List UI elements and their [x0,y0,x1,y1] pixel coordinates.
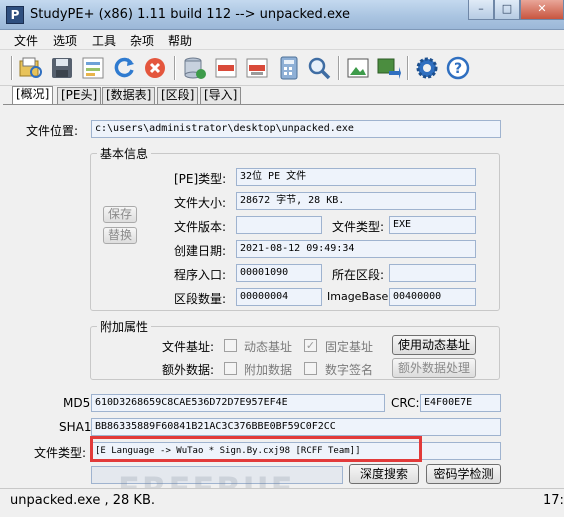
save-button[interactable]: 保存 [103,206,137,223]
replace-button[interactable]: 替换 [103,227,137,244]
highlight-box [90,436,422,462]
close-window-button[interactable]: ✕ [520,0,564,20]
crypto-detect-button[interactable]: 密码学检测 [426,464,501,484]
asm-icon[interactable] [244,55,270,81]
app-window: P StudyPE+ (x86) 1.11 build 112 --> unpa… [0,0,564,517]
svg-text:?: ? [454,61,462,77]
file-path-field[interactable]: c:\users\administrator\desktop\unpacked.… [91,120,501,138]
file-type-label: 文件类型: [332,220,385,234]
tab-imports[interactable]: [导入] [200,87,242,104]
menu-misc[interactable]: 杂项 [130,32,154,49]
database-icon[interactable] [182,55,208,81]
menu-bar: 文件 选项 工具 杂项 帮助 [0,30,564,50]
sha1-field[interactable]: BB86335889F60841B21AC3C376BBE0BF59C0F2CC [91,418,501,436]
window-controls: – □ ✕ [468,0,564,21]
deep-search-button[interactable]: 深度搜索 [349,464,419,484]
digital-sign-checkbox[interactable] [304,362,317,375]
imagebase-field[interactable]: 00400000 [389,288,476,306]
toolbar: ? [0,51,564,86]
tab-pe-header[interactable]: [PE头] [57,87,102,104]
window-title: StudyPE+ (x86) 1.11 build 112 --> unpack… [30,7,351,22]
title-bar[interactable]: P StudyPE+ (x86) 1.11 build 112 --> unpa… [0,0,564,30]
image-icon[interactable] [345,55,371,81]
minimize-button[interactable]: – [468,0,494,20]
created-label: 创建日期: [174,244,227,258]
use-dynamic-base-button[interactable]: 使用动态基址 [392,335,476,355]
file-base-label: 文件基址: [162,340,215,354]
tab-overview[interactable]: [概况] [12,86,54,104]
md5-label: MD5: [63,396,95,410]
close-icon[interactable] [142,55,168,81]
search-icon[interactable] [306,55,332,81]
menu-tools[interactable]: 工具 [92,32,116,49]
tab-sections[interactable]: [区段] [157,87,199,104]
menu-options[interactable]: 选项 [53,32,77,49]
dynamic-base-label: 动态基址 [244,340,293,354]
entry-point-field[interactable]: 00001090 [236,264,322,282]
extra-data-label: 额外数据: [162,363,215,377]
basic-info-title: 基本信息 [97,145,152,162]
refresh-icon[interactable] [111,55,137,81]
file-size-label: 文件大小: [174,196,227,210]
settings-gear-icon[interactable] [414,55,440,81]
append-data-label: 附加数据 [244,363,293,377]
calculator-icon[interactable] [276,55,302,81]
section-field[interactable] [389,264,476,282]
save-icon[interactable] [49,55,75,81]
transfer-icon[interactable] [375,55,401,81]
view-icon[interactable] [80,55,106,81]
toolbar-separator [407,56,409,80]
app-icon: P [6,6,24,24]
toolbar-separator [174,56,176,80]
tab-bar: [概况] [PE头] [数据表] [区段] [导入] [0,86,564,104]
crc-field[interactable]: E4F00E7E [420,394,501,412]
digital-sign-label: 数字签名 [325,363,374,377]
crc-label: CRC: [391,396,420,410]
pe-type-label: [PE]类型: [174,172,227,186]
extra-attributes-title: 附加属性 [97,318,152,335]
status-time: 17:4 [543,493,564,508]
fixed-base-label: 固定基址 [325,340,374,354]
toolbar-separator [338,56,340,80]
open-folder-icon[interactable] [18,55,44,81]
dynamic-base-checkbox[interactable] [224,339,237,352]
menu-file[interactable]: 文件 [14,32,38,49]
pe-compare-icon[interactable] [213,55,239,81]
detect-type-label: 文件类型: [34,446,87,460]
file-version-label: 文件版本: [174,220,227,234]
append-data-checkbox[interactable] [224,362,237,375]
file-type-field[interactable]: EXE [389,216,476,234]
md5-field[interactable]: 610D3268659C8CAE536D72D7E957EF4E [91,394,385,412]
file-version-field[interactable] [236,216,322,234]
overview-panel: 文件位置: c:\users\administrator\desktop\unp… [3,104,564,488]
maximize-button[interactable]: □ [494,0,520,20]
pe-type-field[interactable]: 32位 PE 文件 [236,168,476,186]
entry-point-label: 程序入口: [174,268,227,282]
file-path-label: 文件位置: [26,124,79,138]
section-count-label: 区段数量: [174,292,227,306]
section-count-field[interactable]: 00000004 [236,288,322,306]
status-file-info: unpacked.exe , 28 KB. [10,493,155,508]
fixed-base-checkbox[interactable]: ✓ [304,339,317,352]
status-bar: unpacked.exe , 28 KB. 17:4 [0,488,564,517]
file-size-field[interactable]: 28672 字节, 28 KB. [236,192,476,210]
section-label: 所在区段: [332,268,385,282]
help-icon[interactable]: ? [445,55,471,81]
tab-data-directory[interactable]: [数据表] [102,87,156,104]
menu-help[interactable]: 帮助 [168,32,192,49]
created-field[interactable]: 2021-08-12 09:49:34 [236,240,476,258]
extra-data-process-button[interactable]: 额外数据处理 [392,358,476,378]
toolbar-separator [11,56,13,80]
imagebase-label: ImageBase: [327,290,392,303]
